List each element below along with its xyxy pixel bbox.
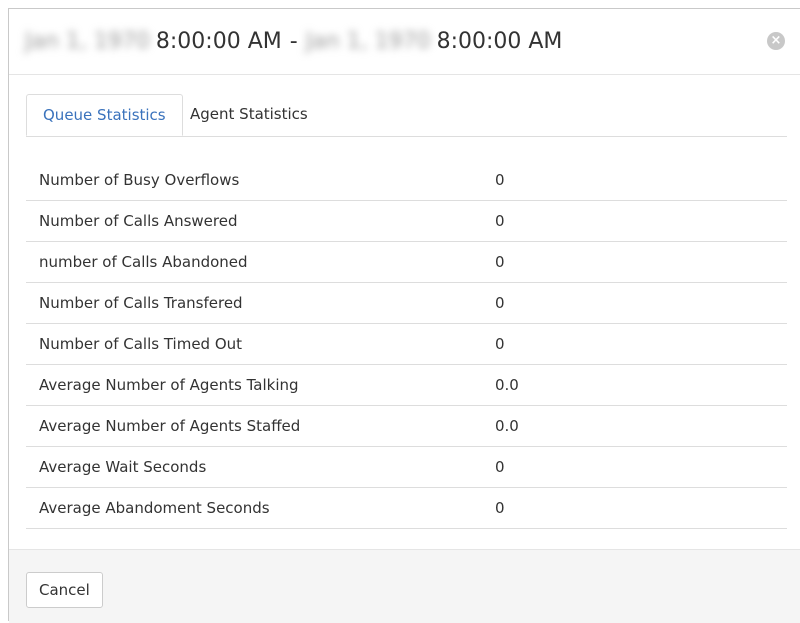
modal-footer: Cancel [9, 549, 800, 623]
stat-value: 0 [495, 499, 505, 517]
table-row: Number of Calls Answered 0 [26, 201, 787, 242]
stat-label: Average Number of Agents Talking [39, 376, 299, 394]
table-row: Number of Calls Transfered 0 [26, 283, 787, 324]
stat-label: Average Wait Seconds [39, 458, 207, 476]
stats-table: Number of Busy Overflows 0 Number of Cal… [26, 160, 787, 529]
start-date-redacted: Jan 1, 1970 [25, 29, 150, 54]
tab-queue-statistics[interactable]: Queue Statistics [26, 94, 183, 136]
modal-header: Jan 1, 1970 8:00:00 AM - Jan 1, 1970 8:0… [9, 9, 800, 75]
end-date-redacted: Jan 1, 1970 [305, 29, 431, 54]
stat-label: Number of Calls Answered [39, 212, 238, 230]
tab-agent-statistics[interactable]: Agent Statistics [174, 94, 324, 135]
stat-label: Number of Calls Timed Out [39, 335, 243, 353]
stat-value: 0 [495, 171, 505, 189]
tab-bar: Queue Statistics Agent Statistics [26, 94, 787, 137]
stat-label: number of Calls Abandoned [39, 253, 248, 271]
cancel-button[interactable]: Cancel [26, 572, 103, 608]
end-time: 8:00:00 AM [436, 29, 563, 54]
stat-value: 0 [495, 212, 505, 230]
stat-value: 0 [495, 335, 505, 353]
table-row: Average Wait Seconds 0 [26, 447, 787, 488]
stat-value: 0.0 [495, 417, 519, 435]
stat-value: 0.0 [495, 376, 519, 394]
title-separator: - [289, 29, 298, 54]
stat-label: Average Number of Agents Staffed [39, 417, 301, 435]
stat-value: 0 [495, 294, 505, 312]
table-row: Average Number of Agents Talking 0.0 [26, 365, 787, 406]
statistics-modal: Jan 1, 1970 8:00:00 AM - Jan 1, 1970 8:0… [8, 8, 800, 623]
stat-value: 0 [495, 253, 505, 271]
stat-label: Number of Calls Transfered [39, 294, 243, 312]
table-row: number of Calls Abandoned 0 [26, 242, 787, 283]
table-row: Average Abandoment Seconds 0 [26, 488, 787, 529]
stat-value: 0 [495, 458, 505, 476]
stat-label: Number of Busy Overflows [39, 171, 240, 189]
table-row: Number of Busy Overflows 0 [26, 160, 787, 201]
stat-label: Average Abandoment Seconds [39, 499, 270, 517]
table-row: Number of Calls Timed Out 0 [26, 324, 787, 365]
table-row: Average Number of Agents Staffed 0.0 [26, 406, 787, 447]
close-icon[interactable]: × [767, 32, 785, 50]
start-time: 8:00:00 AM [155, 29, 282, 54]
modal-title: Jan 1, 1970 8:00:00 AM - Jan 1, 1970 8:0… [25, 9, 562, 74]
